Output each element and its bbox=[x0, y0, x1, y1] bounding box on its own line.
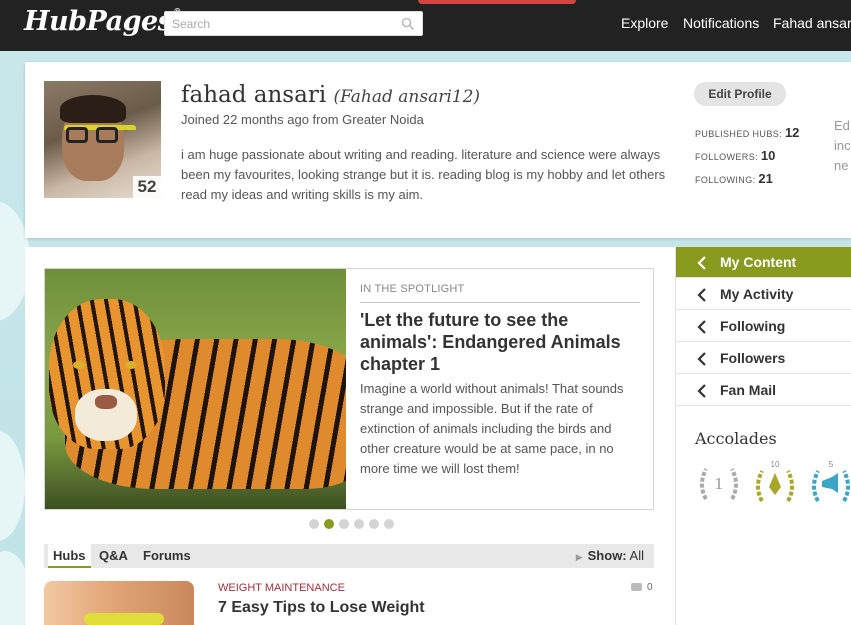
gold-quill-laurel-icon[interactable]: 10 bbox=[752, 459, 798, 505]
carousel-dot[interactable] bbox=[354, 519, 364, 529]
spotlight-title-link[interactable]: 'Let the future to see the animals': End… bbox=[360, 309, 640, 375]
carousel-dot[interactable] bbox=[369, 519, 379, 529]
carousel-dot[interactable] bbox=[324, 519, 334, 529]
right-sidebar: My Content My Activity Following Followe… bbox=[675, 247, 851, 625]
hub-category-link[interactable]: WEIGHT MAINTENANCE bbox=[218, 582, 345, 594]
chevron-left-icon bbox=[697, 288, 706, 302]
comment-bubble-icon bbox=[631, 583, 642, 592]
main-content: IN THE SPOTLIGHT 'Let the future to see … bbox=[25, 247, 675, 625]
silver-laurel-icon[interactable]: 1 bbox=[696, 459, 742, 505]
carousel-dots bbox=[309, 519, 394, 529]
svg-text:5: 5 bbox=[829, 460, 834, 469]
chevron-left-icon bbox=[697, 256, 706, 270]
hub-thumbnail[interactable] bbox=[44, 581, 194, 625]
spotlight-carousel[interactable]: IN THE SPOTLIGHT 'Let the future to see … bbox=[44, 268, 654, 510]
content-tabs: Hubs Q&A Forums ▶ Show: All bbox=[44, 544, 654, 568]
stat-label: FOLLOWING: bbox=[695, 175, 756, 185]
stat-following[interactable]: FOLLOWING: 21 bbox=[695, 171, 773, 186]
avatar[interactable]: 52 bbox=[44, 81, 161, 198]
show-filter[interactable]: ▶ Show: All bbox=[576, 544, 644, 568]
stat-published-hubs[interactable]: PUBLISHED HUBS: 12 bbox=[695, 125, 799, 140]
sidebar-item-my-activity[interactable]: My Activity bbox=[676, 279, 851, 310]
announcement-strip[interactable] bbox=[418, 0, 576, 4]
search-box bbox=[164, 11, 423, 36]
stat-value: 12 bbox=[784, 125, 800, 140]
carousel-dot[interactable] bbox=[309, 519, 319, 529]
spotlight-summary: Imagine a world without animals! That so… bbox=[360, 381, 624, 476]
search-input[interactable] bbox=[165, 12, 390, 35]
stat-label: PUBLISHED HUBS: bbox=[695, 129, 783, 139]
chevron-left-icon bbox=[697, 320, 706, 334]
edit-profile-button[interactable]: Edit Profile bbox=[694, 82, 786, 106]
cutoff-text: inc bbox=[834, 138, 851, 153]
carousel-dot[interactable] bbox=[384, 519, 394, 529]
hub-title-link[interactable]: 7 Easy Tips to Lose Weight bbox=[218, 599, 425, 617]
stat-value: 10 bbox=[760, 148, 776, 163]
megaphone-laurel-icon[interactable]: 5 bbox=[808, 459, 851, 505]
sidebar-item-fan-mail[interactable]: Fan Mail bbox=[676, 375, 851, 406]
sidebar-item-label: My Activity bbox=[720, 286, 794, 302]
hub-comment-count[interactable]: 0 bbox=[631, 582, 653, 593]
svg-text:10: 10 bbox=[771, 460, 780, 469]
show-label: Show: bbox=[587, 548, 627, 563]
cloud bbox=[0, 431, 25, 541]
tiger-eye bbox=[125, 361, 137, 369]
nav-notifications[interactable]: Notifications bbox=[683, 15, 759, 31]
profile-username: (Fahad ansari12) bbox=[333, 87, 481, 107]
tab-hubs[interactable]: Hubs bbox=[48, 544, 91, 568]
sidebar-item-followers[interactable]: Followers bbox=[676, 343, 851, 374]
sidebar-item-label: My Content bbox=[720, 254, 797, 270]
search-icon[interactable] bbox=[401, 17, 415, 31]
tab-forums[interactable]: Forums bbox=[138, 544, 196, 568]
stat-followers[interactable]: FOLLOWERS: 10 bbox=[695, 148, 775, 163]
chevron-left-icon bbox=[697, 384, 706, 398]
cutoff-text: Ed bbox=[834, 118, 850, 133]
avatar-lens bbox=[96, 127, 118, 143]
spotlight-divider bbox=[360, 302, 640, 303]
tab-qa[interactable]: Q&A bbox=[94, 544, 133, 568]
top-bar: HubPages® Explore Notifications Fahad an… bbox=[0, 0, 851, 51]
profile-card: 52 fahad ansari (Fahad ansari12) Joined … bbox=[25, 62, 851, 238]
sidebar-item-following[interactable]: Following bbox=[676, 311, 851, 342]
avatar-lens bbox=[66, 127, 88, 143]
nav-user-menu[interactable]: Fahad ansari bbox=[773, 15, 851, 31]
comment-count: 0 bbox=[647, 582, 653, 593]
profile-name: fahad ansari (Fahad ansari12) bbox=[181, 82, 480, 108]
profile-bio: i am huge passionate about writing and r… bbox=[181, 147, 666, 202]
thumbnail-detail bbox=[84, 613, 164, 625]
sidebar-item-label: Following bbox=[720, 318, 786, 334]
chevron-left-icon bbox=[697, 352, 706, 366]
avatar-hair bbox=[60, 95, 126, 123]
spotlight-image[interactable] bbox=[45, 269, 346, 509]
joined-info: Joined 22 months ago from Greater Noida bbox=[181, 112, 424, 127]
sidebar-item-my-content[interactable]: My Content bbox=[676, 247, 851, 278]
stat-value: 21 bbox=[758, 171, 773, 186]
stat-label: FOLLOWERS: bbox=[695, 152, 759, 162]
profile-display-name: fahad ansari bbox=[181, 82, 327, 108]
nav-explore[interactable]: Explore bbox=[621, 15, 668, 31]
hubber-score: 52 bbox=[133, 176, 161, 198]
tiger-nose bbox=[95, 395, 117, 409]
hubpages-logo[interactable]: HubPages® bbox=[24, 6, 181, 37]
spotlight-label: IN THE SPOTLIGHT bbox=[360, 283, 465, 295]
sidebar-item-label: Followers bbox=[720, 350, 786, 366]
caret-right-icon: ▶ bbox=[575, 552, 583, 562]
cutoff-text: ne bbox=[834, 158, 849, 173]
show-value: All bbox=[629, 548, 644, 563]
accolades-heading: Accolades bbox=[695, 429, 777, 448]
carousel-dot[interactable] bbox=[339, 519, 349, 529]
sidebar-item-label: Fan Mail bbox=[720, 382, 777, 398]
tiger-eye bbox=[73, 361, 85, 369]
svg-text:1: 1 bbox=[714, 475, 724, 493]
